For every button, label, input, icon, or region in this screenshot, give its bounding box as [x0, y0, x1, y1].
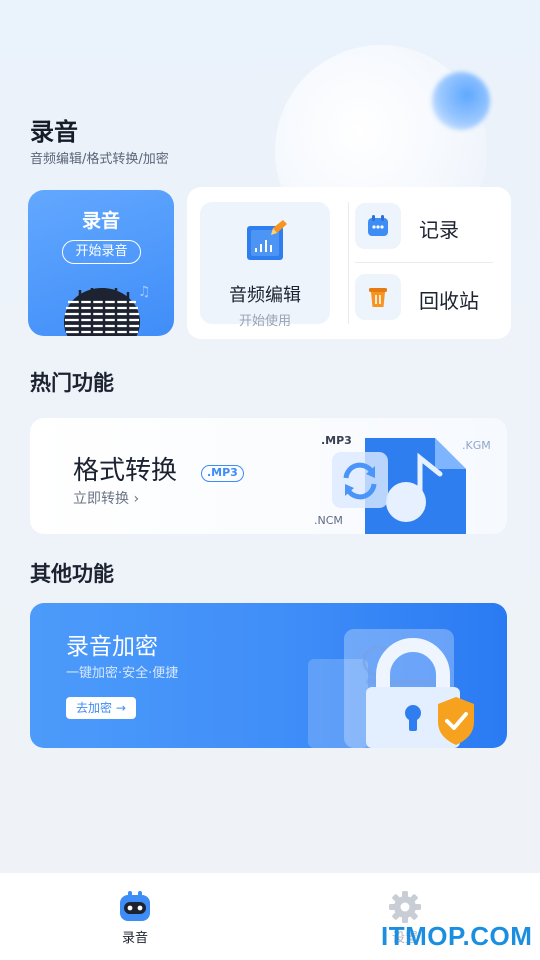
- calendar-icon: [355, 203, 401, 249]
- divider: [355, 262, 493, 263]
- robot-icon: [120, 891, 150, 921]
- chevron-right-icon: ›: [133, 491, 140, 507]
- arrow-right-icon: →: [115, 701, 126, 715]
- audio-edit-label: 音频编辑: [229, 285, 301, 306]
- page-title: 录音: [30, 118, 78, 146]
- encrypt-subtitle: 一键加密·安全·便捷: [66, 666, 179, 681]
- audio-edit-sub: 开始使用: [238, 314, 291, 329]
- records-button[interactable]: 记录: [355, 203, 495, 249]
- format-badge: .MP3: [201, 465, 244, 482]
- other-section-title: 其他功能: [30, 562, 114, 586]
- convert-now-label: 立即转换: [73, 491, 129, 507]
- tools-card: 音频编辑 开始使用 记录 回收站: [187, 187, 511, 339]
- record-card-title: 录音: [81, 210, 120, 232]
- trash-icon: [355, 274, 401, 320]
- encrypt-card[interactable]: 录音加密 一键加密·安全·便捷 去加密 →: [30, 603, 507, 748]
- music-file-icon: [332, 438, 466, 534]
- go-encrypt-label: 去加密: [76, 701, 113, 715]
- lock-icon: [308, 629, 474, 748]
- svg-text:♫: ♫: [138, 284, 150, 300]
- start-recording-button[interactable]: 开始录音: [62, 240, 141, 264]
- records-label: 记录: [419, 218, 459, 242]
- microphone-icon: ♫: [64, 284, 150, 336]
- decorative-blob: [432, 72, 490, 130]
- tab-record-label: 录音: [121, 931, 148, 946]
- audio-edit-button[interactable]: 音频编辑 开始使用: [200, 202, 330, 329]
- watermark: ITMOP.COM: [381, 921, 533, 951]
- encrypt-title: 录音加密: [66, 634, 158, 660]
- page-subtitle: 音频编辑/格式转换/加密: [30, 152, 169, 167]
- tab-record[interactable]: 录音: [85, 873, 185, 960]
- gear-icon: [389, 891, 421, 923]
- go-encrypt-button[interactable]: 去加密 →: [66, 697, 136, 719]
- trash-button[interactable]: 回收站: [355, 274, 495, 320]
- hot-section-title: 热门功能: [30, 371, 114, 395]
- convert-now-link[interactable]: 立即转换 ›: [73, 488, 139, 508]
- audio-edit-icon: [247, 220, 287, 260]
- trash-label: 回收站: [419, 289, 479, 313]
- format-convert-card[interactable]: 格式转换 .MP3 立即转换 › .MP3 .KGM .NCM: [30, 418, 507, 534]
- divider: [348, 202, 349, 324]
- format-convert-title: 格式转换: [73, 456, 178, 486]
- record-card[interactable]: 录音 开始录音 ♫: [28, 190, 174, 336]
